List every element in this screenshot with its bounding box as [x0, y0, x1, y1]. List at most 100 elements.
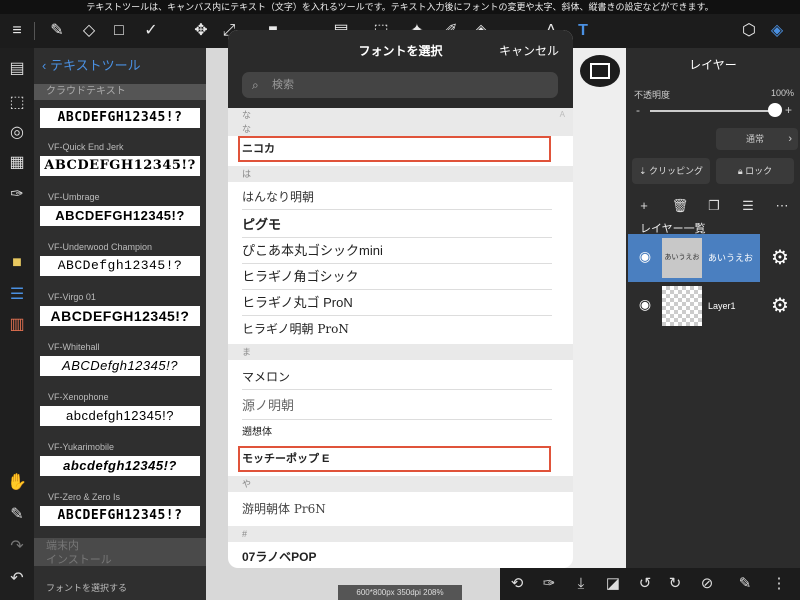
eye-icon[interactable]: ◉ [634, 296, 656, 316]
cancel-button[interactable]: キャンセル [499, 42, 559, 59]
font-name: マメロン [242, 370, 291, 384]
app-root: テキストツールは、キャンバス内にテキスト（文字）を入れるツールです。テキスト入力… [0, 0, 800, 600]
layer-name: Layer1 [708, 301, 736, 311]
search-input[interactable]: ⌕ 検索 [242, 72, 558, 98]
check-brush-icon[interactable]: ✓ [140, 20, 162, 42]
download-icon[interactable]: ⤓ [570, 573, 592, 595]
font-sample: abcdefgh12345!? [40, 406, 200, 426]
cloud-font-item[interactable]: VF-Virgo 01 ABCDEFGH12345!? [34, 288, 206, 338]
selection-icon[interactable]: ⬚ [6, 92, 28, 114]
font-sample: ABCDEFGH12345!? [40, 506, 200, 526]
cloud-font-item[interactable]: VF-Quick End Jerk ABCDEFGH12345!? [34, 138, 206, 188]
snap-icon[interactable]: ◎ [6, 122, 28, 144]
cloud-font-item[interactable]: VF-Xenophone abcdefgh12345!? [34, 388, 206, 438]
text-tool-label: テキストツール [49, 58, 141, 73]
opacity-increase-button[interactable]: + [785, 103, 792, 117]
3d-icon[interactable]: ⬡ [738, 20, 760, 42]
font-name: VF-Yukarimobile [48, 442, 115, 452]
ruler-icon[interactable]: ▦ [6, 152, 28, 174]
layers-icon[interactable]: ◈ [766, 20, 788, 42]
opacity-slider-knob[interactable] [768, 103, 782, 117]
cloud-font-item[interactable]: VF-Whitehall ABCDefgh12345!? [34, 338, 206, 388]
bottom-toolbar: ⟲ ✑ ⤓ ◪ ↺ ↻ ⊘ ✎ ⋮ [500, 568, 800, 600]
rotate-right-icon[interactable]: ↻ [664, 573, 686, 595]
clipping-button[interactable]: ⇣ クリッピング [632, 158, 710, 184]
trash-icon[interactable]: 🗑︎ [670, 196, 690, 216]
brush-icon[interactable]: ✎ [46, 20, 68, 42]
opacity-decrease-button[interactable]: - [636, 103, 640, 117]
undo-icon[interactable]: ↶ [6, 568, 28, 590]
eyedropper-icon[interactable]: ✑ [6, 184, 28, 206]
layer-list-icon[interactable]: ☰ [738, 196, 758, 216]
clear-icon[interactable]: ◪ [602, 573, 624, 595]
canvas-status: 600*800px 350dpi 208% [338, 585, 462, 600]
dropper-icon[interactable]: ✎ [6, 504, 28, 526]
font-row[interactable]: ぴこあ本丸ゴシックmini [228, 238, 573, 264]
font-name: ヒラギノ丸ゴ ProN [242, 295, 353, 310]
layer-list-icon[interactable]: ☰ [6, 284, 28, 306]
lock-button[interactable]: 🔒︎ ロック [716, 158, 794, 184]
select-font-label[interactable]: フォントを選択する [34, 576, 206, 600]
font-row[interactable]: はんなり明朝 [228, 184, 573, 210]
layer-item[interactable]: ◉ あいうえお あいうえお [628, 234, 760, 282]
eyedropper-icon[interactable]: ✑ [538, 573, 560, 595]
section-header: # [228, 526, 573, 542]
section-header: や [228, 476, 573, 492]
reset-rotation-icon[interactable]: ⊘ [696, 573, 718, 595]
add-layer-icon[interactable]: + [634, 196, 654, 216]
row-divider [242, 209, 552, 210]
transform-icon[interactable]: ⟲ [506, 573, 528, 595]
cloud-font-item[interactable]: VF-Zero & Zero Is ABCDEFGH12345!? [34, 488, 206, 538]
cloud-font-item[interactable]: VF-Yukarimobile abcdefgh12345!? [34, 438, 206, 488]
section-header-label: な [242, 110, 252, 120]
text-tool-icon[interactable]: T [572, 20, 594, 42]
font-sample: ABCDEFGH12345!? [40, 156, 200, 176]
palette-icon[interactable]: ▥ [6, 314, 28, 336]
document-icon[interactable]: ▤ [6, 58, 28, 80]
font-row[interactable]: 07ラノベPOP [228, 544, 573, 568]
font-row[interactable]: ヒラギノ明朝 ProN [228, 316, 573, 342]
font-name: VF-Whitehall [48, 342, 100, 352]
modal-header: フォントを選択 キャンセル ⌕ 検索 [228, 30, 573, 108]
duplicate-layer-icon[interactable]: ❐ [704, 196, 724, 216]
cloud-font-item[interactable]: VF-Underwood Champion ABCDefgh12345!? [34, 238, 206, 288]
shape-icon[interactable]: □ [108, 20, 130, 42]
menu-icon[interactable]: ≡ [6, 20, 28, 42]
layer-panel: レイヤー 不透明度 100% - + 通常 › ⇣ クリッピング 🔒︎ ロック +… [626, 48, 800, 568]
font-list[interactable]: なA な ニコカ は はんなり明朝 ピグモ ぴこあ本丸ゴシックmini ヒラギノ… [228, 108, 573, 568]
color-icon[interactable]: ■ [6, 252, 28, 274]
font-row[interactable]: 游明朝体 Pr6N [228, 496, 573, 522]
section-header: なA [228, 108, 573, 122]
more-icon[interactable]: ⋯ [772, 196, 792, 216]
blend-mode-select[interactable]: 通常 › [716, 128, 798, 150]
cloud-font-item[interactable]: VF-Umbrage ABCDEFGH12345!? [34, 188, 206, 238]
gear-icon[interactable]: ⚙ [766, 292, 794, 320]
canvas-view-icon[interactable] [580, 55, 620, 87]
font-row[interactable]: ヒラギノ角ゴシック [228, 264, 573, 290]
toolbar-divider [34, 22, 35, 40]
font-name: 游明朝体 Pr6N [242, 502, 326, 516]
opacity-slider[interactable] [650, 110, 776, 112]
font-row[interactable]: マメロン [228, 364, 573, 390]
font-row[interactable]: 源ノ明朝 [228, 394, 573, 420]
hand-icon[interactable]: ✋ [6, 472, 28, 494]
gear-icon[interactable]: ⚙ [766, 244, 794, 272]
more-grid-icon[interactable]: ⋮ [768, 573, 790, 595]
edit-icon[interactable]: ✎ [734, 573, 756, 595]
info-bar: テキストツールは、キャンバス内にテキスト（文字）を入れるツールです。テキスト入力… [0, 0, 800, 14]
layer-thumbnail: あいうえお [662, 238, 702, 278]
install-section-label: インストール [46, 554, 112, 566]
back-to-text-tool[interactable]: ‹ テキストツール [34, 48, 206, 84]
font-sample: ABCDEFGH12345!? [40, 206, 200, 226]
eye-icon[interactable]: ◉ [634, 248, 656, 268]
layer-item[interactable]: ◉ Layer1 [628, 282, 760, 330]
eraser-icon[interactable]: ◇ [78, 20, 100, 42]
font-row[interactable]: 遡想体 [228, 420, 573, 446]
font-row[interactable]: ヒラギノ丸ゴ ProN [228, 290, 573, 316]
redo-icon[interactable]: ↷ [6, 536, 28, 558]
font-name: 遡想体 [242, 427, 272, 438]
rotate-left-icon[interactable]: ↺ [634, 573, 656, 595]
move-icon[interactable]: ✥ [190, 20, 212, 42]
font-row[interactable]: ピグモ [228, 212, 573, 238]
section-header: は [228, 166, 573, 182]
